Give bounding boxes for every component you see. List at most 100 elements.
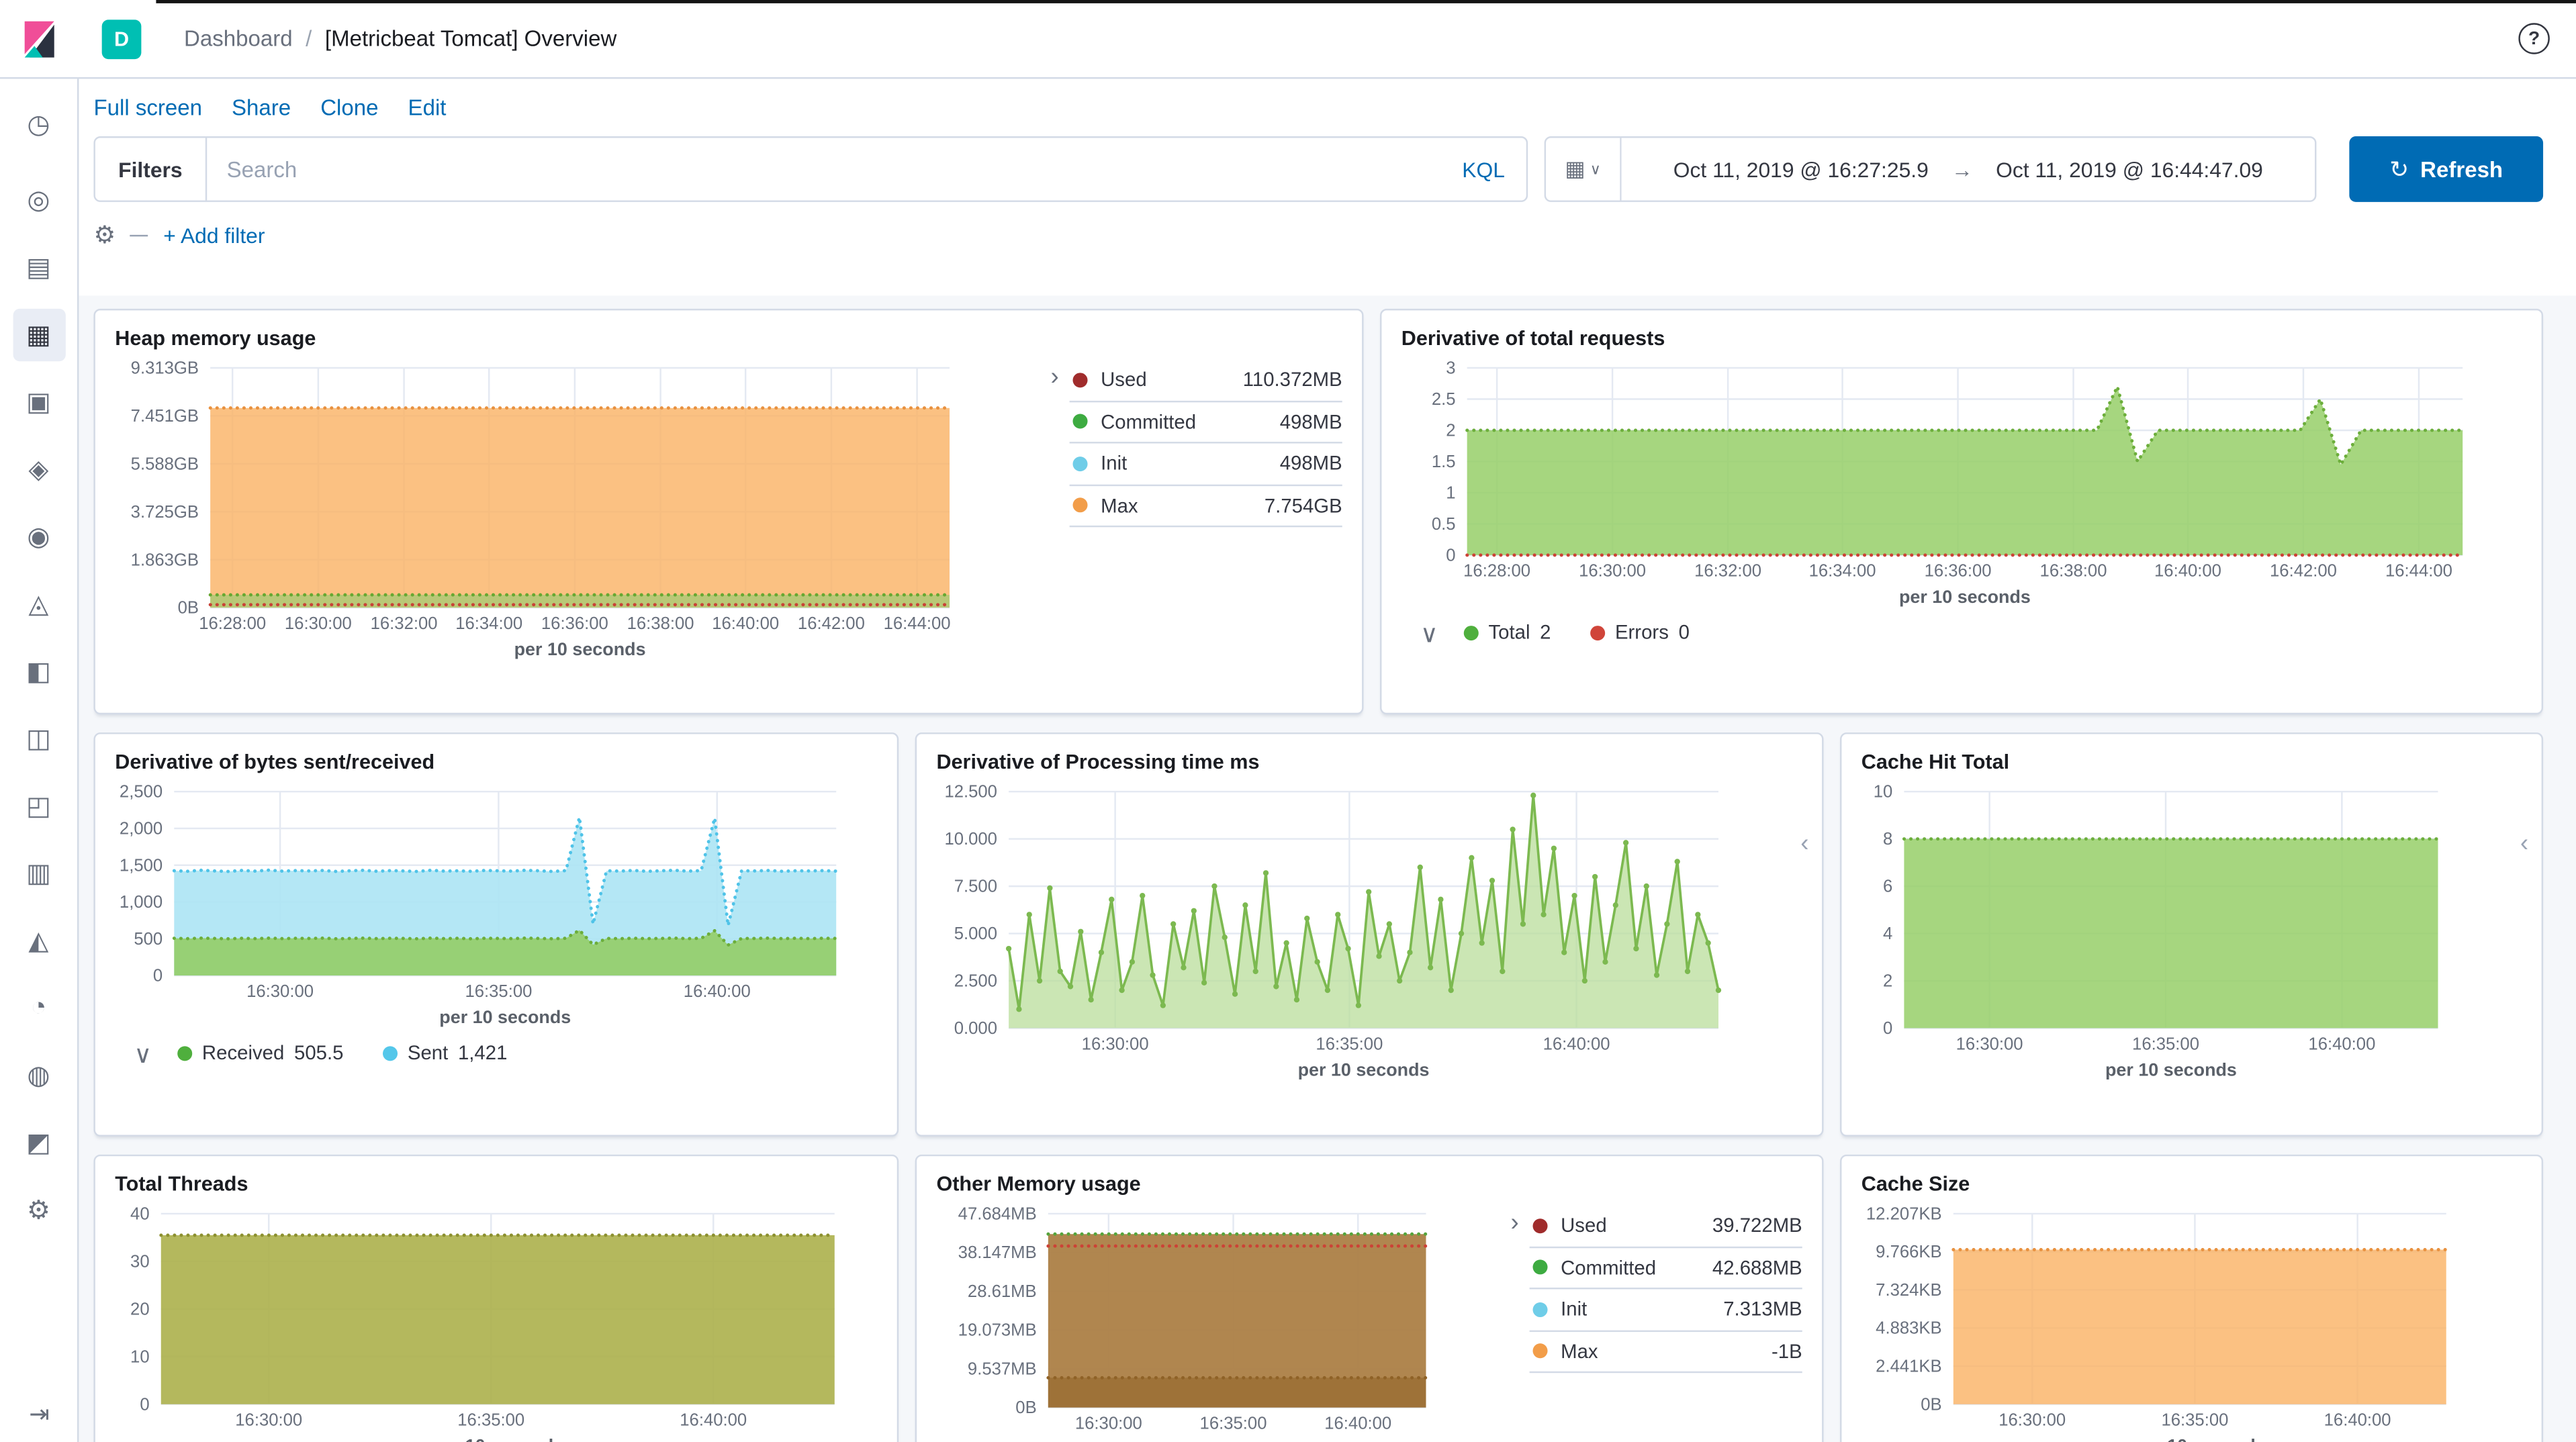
svg-text:4: 4 bbox=[1883, 924, 1892, 943]
filter-options-gear-icon[interactable]: ⚙ bbox=[93, 220, 116, 250]
date-to[interactable]: Oct 11, 2019 @ 16:44:47.09 bbox=[1996, 157, 2263, 182]
legend-label: Received bbox=[202, 1041, 284, 1064]
help-icon[interactable]: ? bbox=[2518, 23, 2549, 54]
sidebar-item-metrics[interactable]: ◰ bbox=[12, 780, 64, 832]
legend-color-dot bbox=[1590, 625, 1605, 640]
svg-text:16:34:00: 16:34:00 bbox=[455, 614, 522, 633]
legend-item[interactable]: Committed498MB bbox=[1070, 401, 1342, 443]
svg-text:2,000: 2,000 bbox=[120, 820, 163, 838]
legend-label: Errors bbox=[1615, 621, 1669, 644]
legend-color-dot bbox=[1073, 373, 1088, 387]
bytes-sent-received-chart[interactable]: 2,5002,0001,5001,000500016:30:0016:35:00… bbox=[108, 780, 884, 1028]
sidebar-item-canvas[interactable]: ▣ bbox=[12, 376, 64, 428]
legend-color-dot bbox=[1073, 414, 1088, 429]
svg-text:3: 3 bbox=[1446, 359, 1455, 378]
edit-link[interactable]: Edit bbox=[408, 95, 447, 120]
full-screen-link[interactable]: Full screen bbox=[93, 95, 202, 120]
kql-selector[interactable]: KQL bbox=[1462, 157, 1526, 182]
sidebar-item-discover[interactable]: ◎ bbox=[12, 174, 64, 226]
panel-title: Other Memory usage bbox=[930, 1169, 1809, 1199]
legend-collapse-icon[interactable]: › bbox=[1040, 363, 1070, 661]
legend-item[interactable]: Init7.313MB bbox=[1530, 1289, 1802, 1331]
svg-text:1.863GB: 1.863GB bbox=[131, 550, 199, 569]
legend-item[interactable]: Init498MB bbox=[1070, 444, 1342, 485]
sidebar-item-recently-viewed[interactable]: ◷ bbox=[12, 99, 64, 151]
sidebar-item-machine-learning[interactable]: ◉ bbox=[12, 511, 64, 563]
legend-item[interactable]: Committed42.688MB bbox=[1530, 1247, 1802, 1289]
legend-expand-icon[interactable]: ‹ bbox=[1800, 829, 1808, 857]
svg-text:16:30:00: 16:30:00 bbox=[1579, 562, 1646, 581]
share-link[interactable]: Share bbox=[232, 95, 291, 120]
legend-collapse-icon[interactable]: ∨ bbox=[128, 1040, 158, 1069]
sidebar-item-watcher[interactable]: ◩ bbox=[12, 1117, 64, 1169]
sidebar-item-uptime[interactable]: ◔ bbox=[12, 982, 64, 1035]
search-input[interactable] bbox=[207, 157, 1462, 182]
date-picker-button[interactable]: ▦ ∨ bbox=[1546, 138, 1622, 201]
svg-text:0: 0 bbox=[140, 1395, 149, 1414]
sidebar-item-dashboard[interactable]: ▦ bbox=[12, 309, 64, 361]
add-filter-link[interactable]: + Add filter bbox=[163, 222, 265, 247]
filters-button[interactable]: Filters bbox=[95, 138, 207, 201]
legend-item[interactable]: Used110.372MB bbox=[1070, 360, 1342, 401]
cache-hit-chart[interactable]: 108642016:30:0016:35:0016:40:00per 10 se… bbox=[1855, 780, 2528, 1081]
legend-color-dot bbox=[1464, 625, 1479, 640]
legend-value: 1,421 bbox=[458, 1041, 507, 1064]
svg-text:16:35:00: 16:35:00 bbox=[2161, 1411, 2228, 1430]
svg-text:0B: 0B bbox=[178, 599, 199, 618]
svg-text:2,500: 2,500 bbox=[120, 783, 163, 802]
calendar-icon: ▦ bbox=[1565, 156, 1585, 182]
space-avatar[interactable]: D bbox=[102, 19, 142, 58]
sidebar-item-siem[interactable]: ◍ bbox=[12, 1049, 64, 1102]
date-range: Oct 11, 2019 @ 16:27:25.9 → Oct 11, 2019… bbox=[1622, 157, 2315, 182]
svg-text:16:36:00: 16:36:00 bbox=[541, 614, 608, 633]
processing-time-chart[interactable]: 12.50010.0007.5005.0002.5000.00016:30:00… bbox=[930, 780, 1809, 1081]
sidebar-item-graph[interactable]: ◬ bbox=[12, 578, 64, 630]
svg-text:16:30:00: 16:30:00 bbox=[235, 1411, 302, 1430]
svg-text:per 10 seconds: per 10 seconds bbox=[1171, 1439, 1303, 1442]
date-from[interactable]: Oct 11, 2019 @ 16:27:25.9 bbox=[1673, 157, 1929, 182]
svg-text:per 10 seconds: per 10 seconds bbox=[1298, 1059, 1430, 1079]
svg-text:2: 2 bbox=[1446, 422, 1455, 440]
legend-label: Committed bbox=[1101, 410, 1280, 433]
legend-item[interactable]: Max7.754GB bbox=[1070, 485, 1342, 527]
svg-text:16:40:00: 16:40:00 bbox=[1543, 1035, 1610, 1053]
sidebar-item-visualize[interactable]: ▤ bbox=[12, 242, 64, 294]
legend-item[interactable]: Max-1B bbox=[1530, 1331, 1802, 1373]
legend-collapse-icon[interactable]: ∨ bbox=[1414, 619, 1444, 648]
sidebar-item-management[interactable]: ⚙ bbox=[12, 1184, 64, 1237]
legend-item[interactable]: Total2 bbox=[1464, 621, 1551, 644]
total-threads-chart[interactable]: 40302010016:30:0016:35:0016:40:00per 10 … bbox=[108, 1202, 884, 1442]
refresh-button[interactable]: ↻ Refresh bbox=[2349, 136, 2543, 202]
legend-item[interactable]: Received505.5 bbox=[177, 1041, 343, 1064]
legend-item[interactable]: Sent1,421 bbox=[383, 1041, 507, 1064]
other-memory-chart[interactable]: 47.684MB38.147MB28.61MB19.073MB9.537MB0B… bbox=[930, 1202, 1500, 1442]
top-bar: D Dashboard / [Metricbeat Tomcat] Overvi… bbox=[0, 0, 2576, 79]
svg-text:7.451GB: 7.451GB bbox=[131, 407, 199, 426]
sidebar-item-stack-monitoring[interactable]: ◫ bbox=[12, 713, 64, 765]
window-top-edge bbox=[156, 0, 2576, 3]
total-requests-chart[interactable]: 32.521.510.5016:28:0016:30:0016:32:0016:… bbox=[1395, 356, 2528, 608]
sidebar-item-dev-tools[interactable]: ◧ bbox=[12, 645, 64, 698]
kibana-logo[interactable] bbox=[0, 17, 79, 60]
sidebar-item-maps[interactable]: ◈ bbox=[12, 444, 64, 496]
breadcrumb-dashboard[interactable]: Dashboard bbox=[184, 26, 293, 51]
legend-value: 7.754GB bbox=[1264, 494, 1342, 517]
date-range-picker: ▦ ∨ Oct 11, 2019 @ 16:27:25.9 → Oct 11, … bbox=[1545, 136, 2317, 202]
legend-item[interactable]: Errors0 bbox=[1590, 621, 1690, 644]
legend-collapse-icon[interactable]: › bbox=[1500, 1209, 1530, 1442]
legend-label: Init bbox=[1101, 452, 1280, 475]
svg-text:28.61MB: 28.61MB bbox=[968, 1282, 1037, 1301]
sidebar-item-logs[interactable]: ▥ bbox=[12, 847, 64, 900]
heap-memory-chart[interactable]: 9.313GB7.451GB5.588GB3.725GB1.863GB0B16:… bbox=[108, 356, 1040, 661]
svg-text:10.000: 10.000 bbox=[944, 830, 997, 849]
clone-link[interactable]: Clone bbox=[320, 95, 378, 120]
svg-text:1,000: 1,000 bbox=[120, 893, 163, 912]
sidebar-item-apm[interactable]: ◭ bbox=[12, 915, 64, 967]
legend-expand-icon[interactable]: ‹ bbox=[2520, 829, 2528, 857]
collapse-nav-icon[interactable]: ⇥ bbox=[0, 1399, 79, 1429]
legend-item[interactable]: Used39.722MB bbox=[1530, 1206, 1802, 1247]
cache-size-chart[interactable]: 12.207KB9.766KB7.324KB4.883KB2.441KB0B16… bbox=[1855, 1202, 2528, 1442]
svg-text:16:32:00: 16:32:00 bbox=[1694, 562, 1761, 581]
dashboard-grid: Heap memory usage 9.313GB7.451GB5.588GB3… bbox=[79, 295, 2576, 1442]
svg-text:0.000: 0.000 bbox=[954, 1019, 997, 1038]
